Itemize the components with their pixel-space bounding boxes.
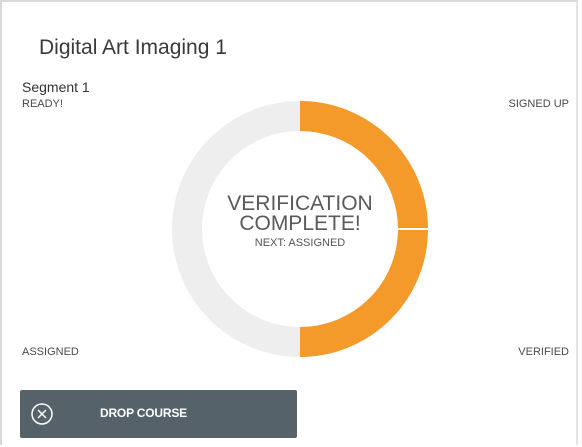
status-line-2: COMPLETE!	[200, 214, 400, 234]
circle-x-icon	[30, 402, 54, 426]
progress-status: VERIFICATION COMPLETE! NEXT: ASSIGNED	[200, 194, 400, 249]
drop-course-button[interactable]: DROP COURSE	[20, 390, 297, 438]
next-step-label: NEXT: ASSIGNED	[200, 237, 400, 249]
course-card: Digital Art Imaging 1 Segment 1 READY! S…	[0, 0, 578, 445]
status-line-1: VERIFICATION	[200, 194, 400, 214]
drop-course-label: DROP COURSE	[100, 406, 187, 420]
